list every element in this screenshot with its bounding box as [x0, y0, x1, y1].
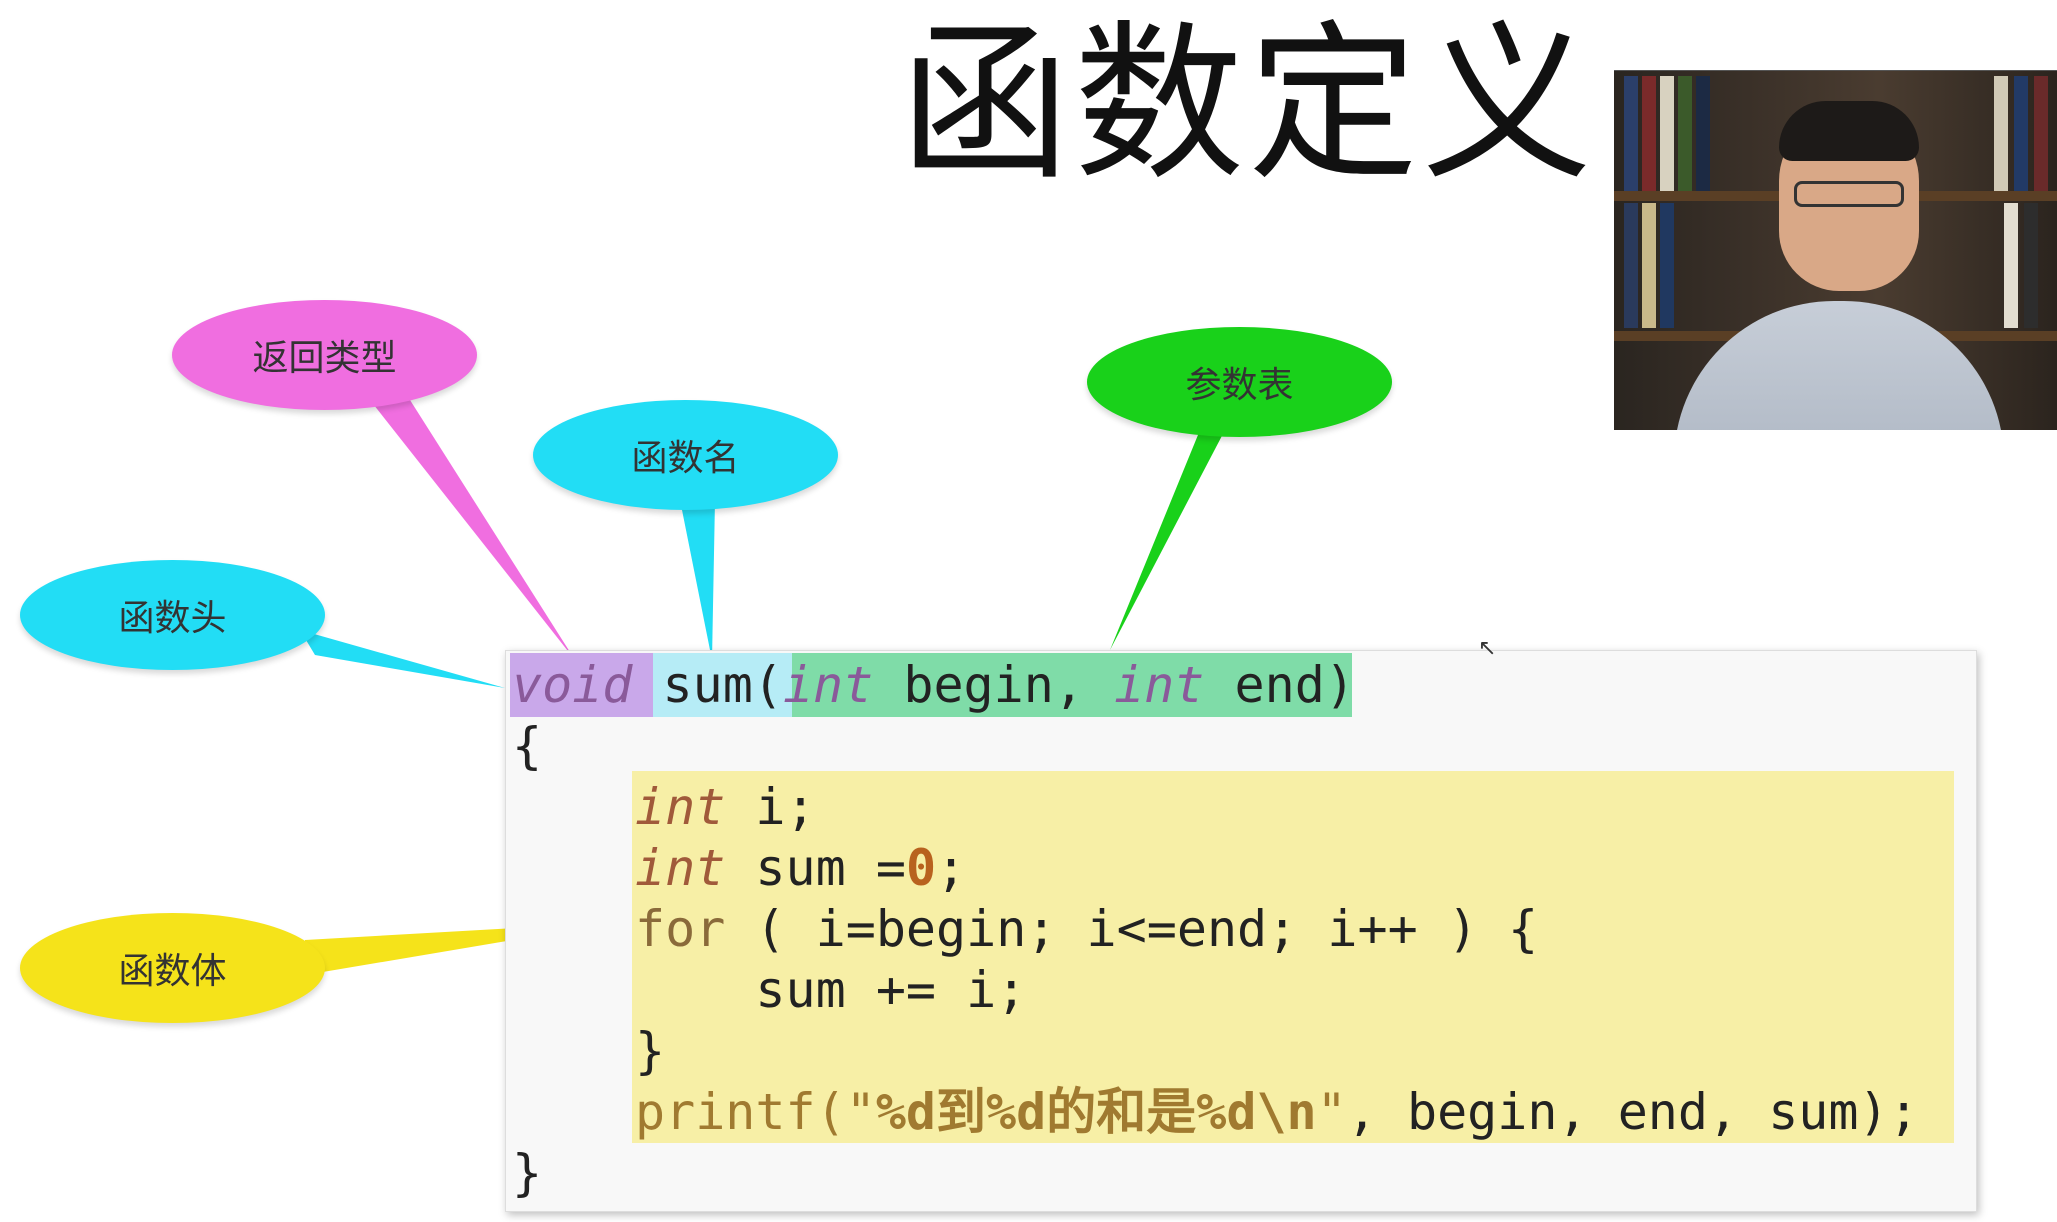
return-type-label: 返回类型 — [252, 338, 397, 379]
function-head-bubble: 函数头 — [20, 560, 325, 670]
code-line-decl-sum: int sum =0; — [635, 838, 966, 899]
code-quote: " — [1316, 1083, 1347, 1141]
code-text: ( i=begin; i<=end; i++ ) { — [725, 900, 1539, 958]
mouse-cursor-icon: ↖ — [1478, 636, 1497, 661]
code-function-name: sum( — [632, 656, 783, 714]
code-line-decl-i: int i; — [635, 777, 816, 838]
parameter-list-label: 参数表 — [1185, 365, 1294, 406]
code-line-close-for: } — [635, 1022, 666, 1080]
parameter-list-bubble: 参数表 — [1087, 327, 1392, 437]
code-line-head: void sum(int begin, int end) — [512, 655, 1355, 716]
code-text: ; — [936, 839, 967, 897]
code-function-call: printf( — [635, 1083, 846, 1141]
function-name-tail — [680, 500, 715, 660]
code-param: end — [1204, 656, 1325, 714]
code-keyword: int — [635, 839, 726, 897]
function-body-bubble: 函数体 — [20, 913, 325, 1023]
code-keyword: for — [635, 900, 726, 958]
code-keyword: int — [782, 656, 874, 714]
code-keyword: int — [635, 778, 726, 836]
code-panel: void sum(int begin, int end) { int i; in… — [505, 650, 1977, 1212]
return-type-bubble: 返回类型 — [172, 300, 477, 410]
code-line-sum-add: sum += i; — [635, 961, 1027, 1019]
code-quote: " — [845, 1083, 876, 1141]
code-text: , begin, end, sum); — [1346, 1083, 1919, 1141]
code-number: 0 — [905, 839, 937, 897]
code-text: i; — [725, 778, 816, 836]
code-param: begin, — [873, 656, 1115, 714]
function-name-bubble: 函数名 — [533, 400, 838, 510]
code-line-printf: printf("%d到%d的和是%d\n", begin, end, sum); — [635, 1082, 1919, 1143]
function-body-label: 函数体 — [118, 951, 227, 992]
code-line-open-brace: { — [512, 717, 543, 775]
code-line-for: for ( i=begin; i<=end; i++ ) { — [635, 899, 1538, 960]
code-text: sum = — [725, 839, 906, 897]
parameter-list-tail — [1110, 430, 1225, 650]
code-paren: ) — [1324, 656, 1355, 714]
function-head-label: 函数头 — [118, 598, 227, 639]
code-keyword: int — [1114, 656, 1205, 714]
code-line-close-brace: } — [512, 1144, 543, 1202]
code-format-string: %d到%d的和是%d\n — [875, 1083, 1317, 1141]
function-head-tail — [300, 630, 505, 688]
code-keyword: void — [512, 656, 633, 714]
function-name-label: 函数名 — [631, 438, 740, 479]
